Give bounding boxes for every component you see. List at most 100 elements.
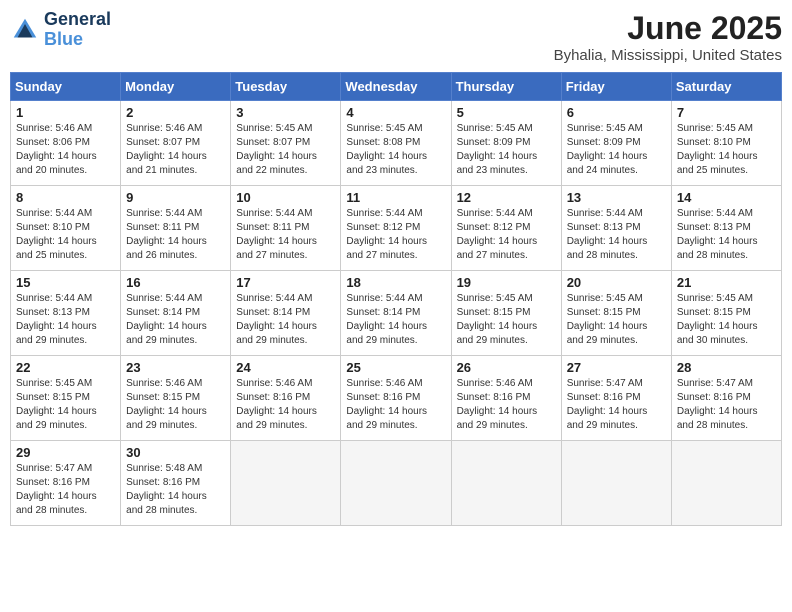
day-info-30: Sunrise: 5:48 AM Sunset: 8:16 PM Dayligh…: [126, 462, 225, 518]
day-number-24: 24: [236, 360, 335, 375]
day-cell-29: 29 Sunrise: 5:47 AM Sunset: 8:16 PM Dayli…: [11, 441, 121, 526]
day-info-8: Sunrise: 5:44 AM Sunset: 8:10 PM Dayligh…: [16, 207, 115, 263]
day-number-29: 29: [16, 445, 115, 460]
day-cell-14: 14 Sunrise: 5:44 AM Sunset: 8:13 PM Dayli…: [671, 186, 781, 271]
day-info-23: Sunrise: 5:46 AM Sunset: 8:15 PM Dayligh…: [126, 377, 225, 433]
title-area: June 2025 Byhalia, Mississippi, United S…: [554, 10, 782, 64]
empty-cell: [671, 441, 781, 526]
day-info-9: Sunrise: 5:44 AM Sunset: 8:11 PM Dayligh…: [126, 207, 225, 263]
day-info-15: Sunrise: 5:44 AM Sunset: 8:13 PM Dayligh…: [16, 292, 115, 348]
day-info-6: Sunrise: 5:45 AM Sunset: 8:09 PM Dayligh…: [567, 122, 666, 178]
day-cell-10: 10 Sunrise: 5:44 AM Sunset: 8:11 PM Dayli…: [231, 186, 341, 271]
day-cell-16: 16 Sunrise: 5:44 AM Sunset: 8:14 PM Dayli…: [121, 271, 231, 356]
day-info-17: Sunrise: 5:44 AM Sunset: 8:14 PM Dayligh…: [236, 292, 335, 348]
week-row-2: 8 Sunrise: 5:44 AM Sunset: 8:10 PM Daylig…: [11, 186, 782, 271]
day-cell-24: 24 Sunrise: 5:46 AM Sunset: 8:16 PM Dayli…: [231, 356, 341, 441]
day-info-19: Sunrise: 5:45 AM Sunset: 8:15 PM Dayligh…: [457, 292, 556, 348]
day-info-1: Sunrise: 5:46 AM Sunset: 8:06 PM Dayligh…: [16, 122, 115, 178]
day-cell-2: 2Sunrise: 5:46 AM Sunset: 8:07 PM Daylig…: [121, 101, 231, 186]
day-number-25: 25: [346, 360, 445, 375]
day-cell-3: 3 Sunrise: 5:45 AM Sunset: 8:07 PM Daylig…: [231, 101, 341, 186]
weekday-header-friday: Friday: [561, 73, 671, 101]
day-number-22: 22: [16, 360, 115, 375]
day-number-28: 28: [677, 360, 776, 375]
day-cell-21: 21 Sunrise: 5:45 AM Sunset: 8:15 PM Dayli…: [671, 271, 781, 356]
day-number-16: 16: [126, 275, 225, 290]
week-row-3: 15Sunrise: 5:44 AM Sunset: 8:13 PM Dayli…: [11, 271, 782, 356]
day-info-24: Sunrise: 5:46 AM Sunset: 8:16 PM Dayligh…: [236, 377, 335, 433]
calendar-subtitle: Byhalia, Mississippi, United States: [554, 47, 782, 64]
week-row-1: 1 Sunrise: 5:46 AM Sunset: 8:06 PM Daylig…: [11, 101, 782, 186]
empty-cell: [341, 441, 451, 526]
day-number-12: 12: [457, 190, 556, 205]
day-cell-8: 8 Sunrise: 5:44 AM Sunset: 8:10 PM Daylig…: [11, 186, 121, 271]
day-info-16: Sunrise: 5:44 AM Sunset: 8:14 PM Dayligh…: [126, 292, 225, 348]
day-cell-15: 15Sunrise: 5:44 AM Sunset: 8:13 PM Dayli…: [11, 271, 121, 356]
day-number-26: 26: [457, 360, 556, 375]
weekday-header-monday: Monday: [121, 73, 231, 101]
day-info-4: Sunrise: 5:45 AM Sunset: 8:08 PM Dayligh…: [346, 122, 445, 178]
day-info-11: Sunrise: 5:44 AM Sunset: 8:12 PM Dayligh…: [346, 207, 445, 263]
weekday-header-saturday: Saturday: [671, 73, 781, 101]
day-info-5: Sunrise: 5:45 AM Sunset: 8:09 PM Dayligh…: [457, 122, 556, 178]
day-number-1: 1: [16, 105, 115, 120]
day-number-3: 3: [236, 105, 335, 120]
day-info-29: Sunrise: 5:47 AM Sunset: 8:16 PM Dayligh…: [16, 462, 115, 518]
weekday-header-wednesday: Wednesday: [341, 73, 451, 101]
empty-cell: [561, 441, 671, 526]
day-cell-17: 17 Sunrise: 5:44 AM Sunset: 8:14 PM Dayli…: [231, 271, 341, 356]
day-info-27: Sunrise: 5:47 AM Sunset: 8:16 PM Dayligh…: [567, 377, 666, 433]
day-number-18: 18: [346, 275, 445, 290]
day-cell-20: 20Sunrise: 5:45 AM Sunset: 8:15 PM Dayli…: [561, 271, 671, 356]
day-number-19: 19: [457, 275, 556, 290]
day-info-26: Sunrise: 5:46 AM Sunset: 8:16 PM Dayligh…: [457, 377, 556, 433]
day-cell-25: 25Sunrise: 5:46 AM Sunset: 8:16 PM Dayli…: [341, 356, 451, 441]
day-info-7: Sunrise: 5:45 AM Sunset: 8:10 PM Dayligh…: [677, 122, 776, 178]
logo: General Blue: [10, 10, 111, 50]
day-number-21: 21: [677, 275, 776, 290]
day-info-14: Sunrise: 5:44 AM Sunset: 8:13 PM Dayligh…: [677, 207, 776, 263]
week-row-4: 22Sunrise: 5:45 AM Sunset: 8:15 PM Dayli…: [11, 356, 782, 441]
day-cell-28: 28 Sunrise: 5:47 AM Sunset: 8:16 PM Dayli…: [671, 356, 781, 441]
day-info-3: Sunrise: 5:45 AM Sunset: 8:07 PM Dayligh…: [236, 122, 335, 178]
day-cell-26: 26 Sunrise: 5:46 AM Sunset: 8:16 PM Dayli…: [451, 356, 561, 441]
weekday-header-sunday: Sunday: [11, 73, 121, 101]
day-info-13: Sunrise: 5:44 AM Sunset: 8:13 PM Dayligh…: [567, 207, 666, 263]
day-number-17: 17: [236, 275, 335, 290]
day-cell-30: 30 Sunrise: 5:48 AM Sunset: 8:16 PM Dayli…: [121, 441, 231, 526]
day-number-9: 9: [126, 190, 225, 205]
header: General Blue June 2025 Byhalia, Mississi…: [10, 10, 782, 64]
day-cell-4: 4 Sunrise: 5:45 AM Sunset: 8:08 PM Daylig…: [341, 101, 451, 186]
day-cell-23: 23 Sunrise: 5:46 AM Sunset: 8:15 PM Dayli…: [121, 356, 231, 441]
day-cell-1: 1 Sunrise: 5:46 AM Sunset: 8:06 PM Daylig…: [11, 101, 121, 186]
day-cell-18: 18 Sunrise: 5:44 AM Sunset: 8:14 PM Dayli…: [341, 271, 451, 356]
day-cell-11: 11Sunrise: 5:44 AM Sunset: 8:12 PM Dayli…: [341, 186, 451, 271]
day-number-13: 13: [567, 190, 666, 205]
day-cell-12: 12 Sunrise: 5:44 AM Sunset: 8:12 PM Dayli…: [451, 186, 561, 271]
day-info-21: Sunrise: 5:45 AM Sunset: 8:15 PM Dayligh…: [677, 292, 776, 348]
day-number-14: 14: [677, 190, 776, 205]
day-info-12: Sunrise: 5:44 AM Sunset: 8:12 PM Dayligh…: [457, 207, 556, 263]
day-number-5: 5: [457, 105, 556, 120]
day-number-7: 7: [677, 105, 776, 120]
day-info-28: Sunrise: 5:47 AM Sunset: 8:16 PM Dayligh…: [677, 377, 776, 433]
day-number-20: 20: [567, 275, 666, 290]
empty-cell: [451, 441, 561, 526]
day-cell-7: 7 Sunrise: 5:45 AM Sunset: 8:10 PM Daylig…: [671, 101, 781, 186]
calendar-table: SundayMondayTuesdayWednesdayThursdayFrid…: [10, 72, 782, 526]
day-number-30: 30: [126, 445, 225, 460]
day-number-27: 27: [567, 360, 666, 375]
day-number-10: 10: [236, 190, 335, 205]
day-number-4: 4: [346, 105, 445, 120]
day-number-2: 2: [126, 105, 225, 120]
logo-icon: [10, 15, 40, 45]
weekday-header-tuesday: Tuesday: [231, 73, 341, 101]
day-info-10: Sunrise: 5:44 AM Sunset: 8:11 PM Dayligh…: [236, 207, 335, 263]
weekday-header-row: SundayMondayTuesdayWednesdayThursdayFrid…: [11, 73, 782, 101]
day-cell-9: 9 Sunrise: 5:44 AM Sunset: 8:11 PM Daylig…: [121, 186, 231, 271]
week-row-5: 29 Sunrise: 5:47 AM Sunset: 8:16 PM Dayli…: [11, 441, 782, 526]
day-info-18: Sunrise: 5:44 AM Sunset: 8:14 PM Dayligh…: [346, 292, 445, 348]
day-number-8: 8: [16, 190, 115, 205]
calendar-title: June 2025: [554, 10, 782, 47]
day-number-23: 23: [126, 360, 225, 375]
